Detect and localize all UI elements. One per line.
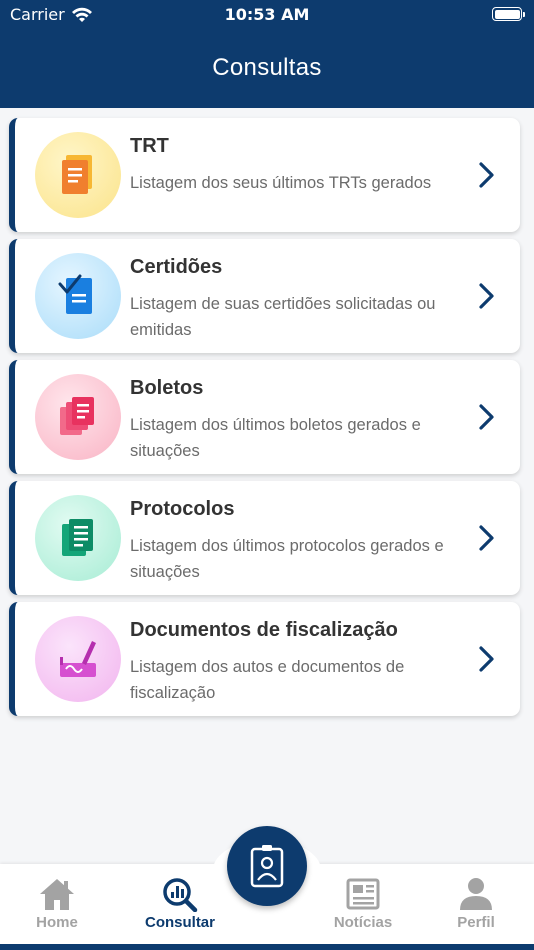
home-icon — [40, 879, 74, 910]
newspaper-icon — [346, 878, 380, 910]
query-item-title: Protocolos — [130, 498, 235, 520]
certificate-icon — [35, 253, 121, 339]
tab-consultar[interactable]: Consultar — [130, 876, 230, 931]
query-list: TRT Listagem dos seus últimos TRTs gerad… — [9, 118, 520, 723]
bottom-bar — [0, 944, 534, 950]
tab-home-label: Home — [36, 914, 78, 931]
signature-document-icon — [35, 616, 121, 702]
tab-noticias[interactable]: Notícias — [313, 876, 413, 931]
chevron-right-icon — [479, 283, 494, 309]
query-item-title: TRT — [130, 135, 169, 157]
protocol-stack-icon — [35, 495, 121, 581]
tab-perfil[interactable]: Perfil — [426, 876, 526, 931]
invoice-stack-icon — [35, 374, 121, 460]
id-badge-icon — [250, 845, 284, 888]
search-chart-icon — [163, 878, 198, 912]
query-item-description: Listagem dos últimos boletos gerados e s… — [130, 416, 421, 460]
query-item-certidoes[interactable]: Certidões Listagem de suas certidões sol… — [9, 239, 520, 353]
chevron-right-icon — [479, 162, 494, 188]
id-badge-button[interactable] — [227, 826, 307, 906]
query-item-documentos-fiscalizacao[interactable]: Documentos de fiscalização Listagem dos … — [9, 602, 520, 716]
tab-perfil-label: Perfil — [457, 914, 495, 931]
query-item-title: Certidões — [130, 256, 223, 278]
chevron-right-icon — [479, 525, 494, 551]
chevron-right-icon — [479, 646, 494, 672]
status-time: 10:53 AM — [224, 5, 310, 24]
app-header: Carrier 10:53 AM Consultas — [0, 0, 534, 108]
query-item-description: Listagem de suas certidões solicitadas o… — [130, 295, 436, 339]
chevron-right-icon — [479, 404, 494, 430]
tab-home[interactable]: Home — [7, 876, 107, 931]
tab-consultar-label: Consultar — [144, 914, 215, 931]
tab-noticias-label: Notícias — [333, 914, 393, 931]
trt-document-icon — [35, 132, 121, 218]
query-item-description: Listagem dos últimos protocolos gerados … — [130, 537, 444, 581]
status-bar: Carrier 10:53 AM — [0, 0, 534, 30]
query-item-protocolos[interactable]: Protocolos Listagem dos últimos protocol… — [9, 481, 520, 595]
battery-icon — [492, 7, 525, 21]
query-item-title: Boletos — [130, 377, 204, 399]
page-title: Consultas — [212, 54, 322, 81]
query-item-boletos[interactable]: Boletos Listagem dos últimos boletos ger… — [9, 360, 520, 474]
query-item-title: Documentos de fiscalização — [130, 619, 398, 641]
query-item-trt[interactable]: TRT Listagem dos seus últimos TRTs gerad… — [9, 118, 520, 232]
query-item-description: Listagem dos seus últimos TRTs gerados — [130, 174, 432, 192]
user-icon — [460, 878, 492, 910]
query-item-description: Listagem dos autos e documentos de fisca… — [130, 658, 405, 702]
